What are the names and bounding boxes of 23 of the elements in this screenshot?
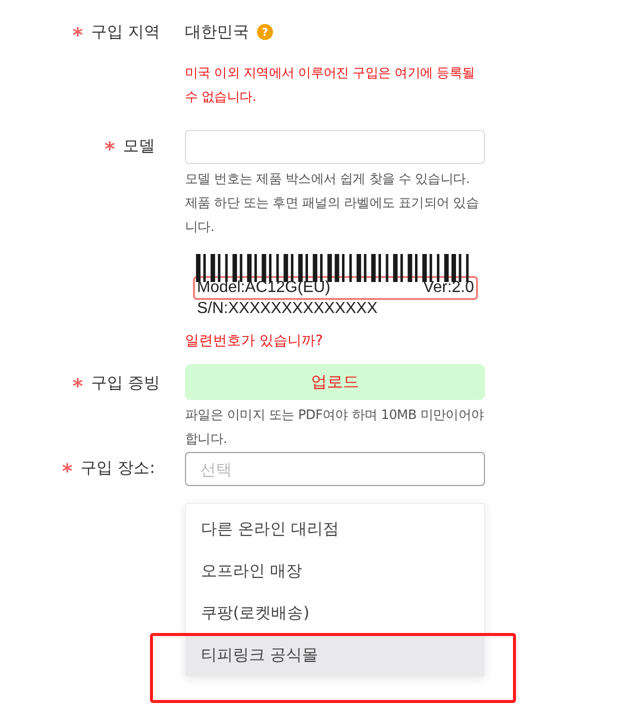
required-mark: * xyxy=(72,22,83,47)
region-value: 대한민국 xyxy=(185,22,249,42)
dropdown-option[interactable]: 오프라인 매장 xyxy=(186,550,484,592)
field-label: 구입 증빙 xyxy=(90,372,160,394)
field-label: 모델 xyxy=(123,136,155,156)
serial-link[interactable]: 일련번호가 있습니까? xyxy=(185,332,485,350)
warning-text: 미국 이외 지역에서 이루어진 구입은 여기에 등록될 수 없습니다. xyxy=(185,65,476,107)
required-mark: * xyxy=(104,136,115,161)
model-input[interactable] xyxy=(185,130,485,164)
version-label: Ver:2.0 xyxy=(423,278,474,298)
dropdown-option[interactable]: 다른 온라인 대리점 xyxy=(186,508,484,550)
required-mark: * xyxy=(62,458,73,483)
help-text: 모델 번호는 제품 박스에서 쉽게 찾을 수 있습니다. 제품 하단 또는 후면 패널의 라벨에도 표기되어 있습니다. xyxy=(185,171,480,237)
field-label: 구입 장소: xyxy=(80,458,155,478)
required-mark: * xyxy=(72,373,83,398)
dropdown-option[interactable]: 티피링크 공식몰 xyxy=(186,634,484,676)
select-field[interactable]: 선택 xyxy=(185,452,485,486)
model-label: Model:AC12G(EU) xyxy=(197,278,330,298)
field-label: 구입 지역 xyxy=(90,22,160,42)
dropdown-option[interactable]: 쿠팡(로켓배송) xyxy=(186,592,484,634)
upload-button[interactable]: 업로드 xyxy=(185,364,485,400)
serial-label: S/N:XXXXXXXXXXXXXX xyxy=(196,300,379,318)
help-text: 파일은 이미지 또는 PDF여야 하며 10MB 미만이어야 합니다. xyxy=(185,407,485,449)
